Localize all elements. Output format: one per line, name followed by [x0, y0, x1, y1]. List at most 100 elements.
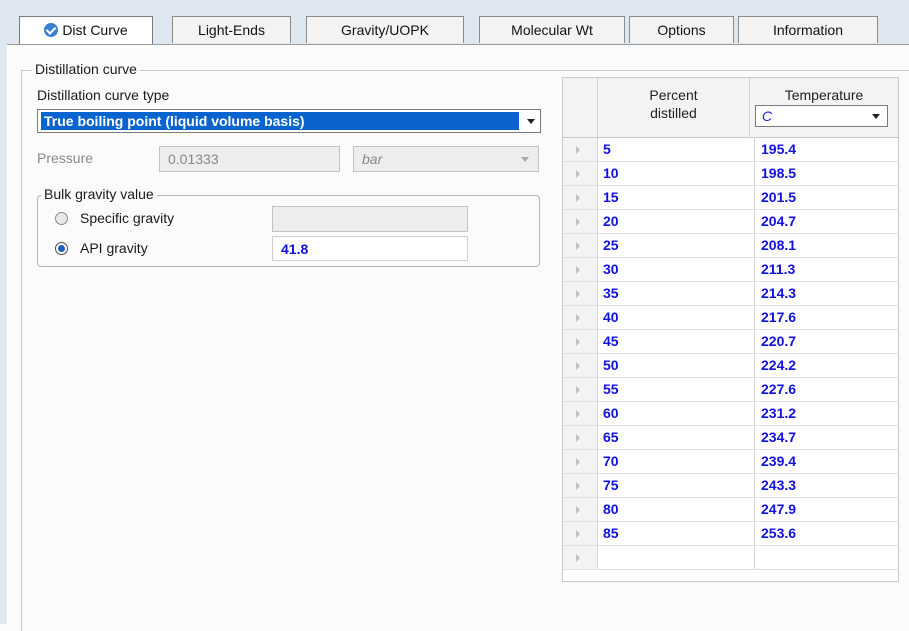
row-selector-icon[interactable]	[563, 210, 598, 233]
table-row[interactable]: 50 224.2	[563, 354, 898, 378]
row-selector-icon[interactable]	[563, 234, 598, 257]
row-selector-icon[interactable]	[563, 522, 598, 545]
tab-gravity-uopk[interactable]: Gravity/UOPK	[306, 16, 464, 43]
row-selector-icon[interactable]	[563, 450, 598, 473]
table-row[interactable]: 80 247.9	[563, 498, 898, 522]
temperature-cell[interactable]: 198.5	[754, 162, 899, 185]
row-selector-icon[interactable]	[563, 258, 598, 281]
pressure-unit-dropdown[interactable]: bar	[353, 146, 539, 172]
specific-gravity-field[interactable]	[272, 206, 468, 232]
curve-type-selected: True boiling point (liquid volume basis)	[41, 112, 519, 130]
table-row[interactable]: 30 211.3	[563, 258, 898, 282]
row-selector-icon[interactable]	[563, 378, 598, 401]
temperature-cell[interactable]: 217.6	[754, 306, 899, 329]
percent-cell[interactable]: 30	[603, 258, 619, 281]
tab-options[interactable]: Options	[629, 16, 734, 43]
api-gravity-field[interactable]: 41.8	[272, 236, 468, 261]
tab-dist-curve[interactable]: Dist Curve	[19, 16, 153, 45]
row-selector-icon[interactable]	[563, 426, 598, 449]
table-row[interactable]: 75 243.3	[563, 474, 898, 498]
check-circle-icon	[44, 23, 59, 37]
group-divider	[150, 70, 909, 71]
percent-cell[interactable]: 85	[603, 522, 619, 545]
temperature-cell[interactable]: 239.4	[754, 450, 899, 473]
table-row[interactable]: 20 204.7	[563, 210, 898, 234]
percent-cell[interactable]: 60	[603, 402, 619, 425]
table-row[interactable]: 25 208.1	[563, 234, 898, 258]
curve-type-dropdown[interactable]: True boiling point (liquid volume basis)	[37, 109, 541, 133]
row-selector-icon[interactable]	[563, 546, 598, 569]
tab-molecular-wt[interactable]: Molecular Wt	[479, 16, 625, 43]
percent-cell[interactable]: 80	[603, 498, 619, 521]
tab-label: Options	[657, 22, 706, 38]
percent-cell[interactable]: 45	[603, 330, 619, 353]
percent-cell[interactable]: 70	[603, 450, 619, 473]
specific-gravity-radio[interactable]	[55, 212, 68, 225]
temperature-cell[interactable]: 234.7	[754, 426, 899, 449]
row-selector-icon[interactable]	[563, 402, 598, 425]
table-row[interactable]: 55 227.6	[563, 378, 898, 402]
table-row[interactable]: 65 234.7	[563, 426, 898, 450]
percent-cell[interactable]: 65	[603, 426, 619, 449]
chevron-down-icon	[521, 157, 529, 162]
tab-label: Molecular Wt	[511, 22, 593, 38]
temperature-header: Temperature	[784, 87, 864, 103]
table-row[interactable]: 35 214.3	[563, 282, 898, 306]
table-row[interactable]: 85 253.6	[563, 522, 898, 546]
chevron-down-icon[interactable]	[527, 119, 535, 124]
temperature-cell[interactable]: 214.3	[754, 282, 899, 305]
percent-cell[interactable]: 50	[603, 354, 619, 377]
temperature-cell[interactable]: 204.7	[754, 210, 899, 233]
percent-cell[interactable]: 20	[603, 210, 619, 233]
temperature-cell[interactable]: 211.3	[754, 258, 899, 281]
table-row[interactable]: 15 201.5	[563, 186, 898, 210]
percent-cell[interactable]: 5	[603, 138, 611, 161]
table-row[interactable]: 10 198.5	[563, 162, 898, 186]
distillation-data-grid: Percent distilled Temperature C 5 195.4 10…	[562, 77, 899, 582]
temperature-cell[interactable]: 231.2	[754, 402, 899, 425]
tab-light-ends[interactable]: Light-Ends	[172, 16, 291, 43]
temperature-cell[interactable]: 195.4	[754, 138, 899, 161]
percent-cell[interactable]: 10	[603, 162, 619, 185]
row-selector-icon[interactable]	[563, 282, 598, 305]
table-row[interactable]: 5 195.4	[563, 138, 898, 162]
temperature-cell[interactable]: 247.9	[754, 498, 899, 521]
temperature-cell[interactable]: 243.3	[754, 474, 899, 497]
percent-cell[interactable]: 40	[603, 306, 619, 329]
temperature-unit-value: C	[762, 108, 773, 124]
tab-label: Light-Ends	[198, 22, 265, 38]
row-selector-icon[interactable]	[563, 474, 598, 497]
row-selector-icon[interactable]	[563, 138, 598, 161]
temperature-cell[interactable]	[754, 546, 899, 569]
bulk-gravity-group-title: Bulk gravity value	[41, 186, 157, 202]
api-gravity-radio[interactable]	[55, 242, 68, 255]
table-row[interactable]: 60 231.2	[563, 402, 898, 426]
temperature-cell[interactable]: 224.2	[754, 354, 899, 377]
row-selector-icon[interactable]	[563, 162, 598, 185]
temperature-cell[interactable]: 208.1	[754, 234, 899, 257]
percent-cell[interactable]: 15	[603, 186, 619, 209]
percent-cell[interactable]: 75	[603, 474, 619, 497]
percent-cell[interactable]: 25	[603, 234, 619, 257]
percent-cell[interactable]: 35	[603, 282, 619, 305]
temperature-cell[interactable]: 220.7	[754, 330, 899, 353]
temperature-cell[interactable]: 253.6	[754, 522, 899, 545]
pressure-field[interactable]: 0.01333	[159, 146, 340, 172]
temperature-cell[interactable]: 227.6	[754, 378, 899, 401]
curve-type-label: Distillation curve type	[37, 87, 170, 103]
row-selector-icon[interactable]	[563, 330, 598, 353]
temperature-cell[interactable]: 201.5	[754, 186, 899, 209]
percent-cell[interactable]: 55	[603, 378, 619, 401]
row-selector-icon[interactable]	[563, 354, 598, 377]
row-selector-icon[interactable]	[563, 306, 598, 329]
specific-gravity-label: Specific gravity	[80, 210, 175, 226]
table-row[interactable]: 70 239.4	[563, 450, 898, 474]
row-selector-icon[interactable]	[563, 498, 598, 521]
tab-information[interactable]: Information	[738, 16, 878, 43]
row-selector-icon[interactable]	[563, 186, 598, 209]
chevron-down-icon	[872, 114, 880, 119]
table-row[interactable]: 45 220.7	[563, 330, 898, 354]
table-row[interactable]	[563, 546, 898, 570]
temperature-unit-dropdown[interactable]: C	[755, 105, 888, 127]
table-row[interactable]: 40 217.6	[563, 306, 898, 330]
